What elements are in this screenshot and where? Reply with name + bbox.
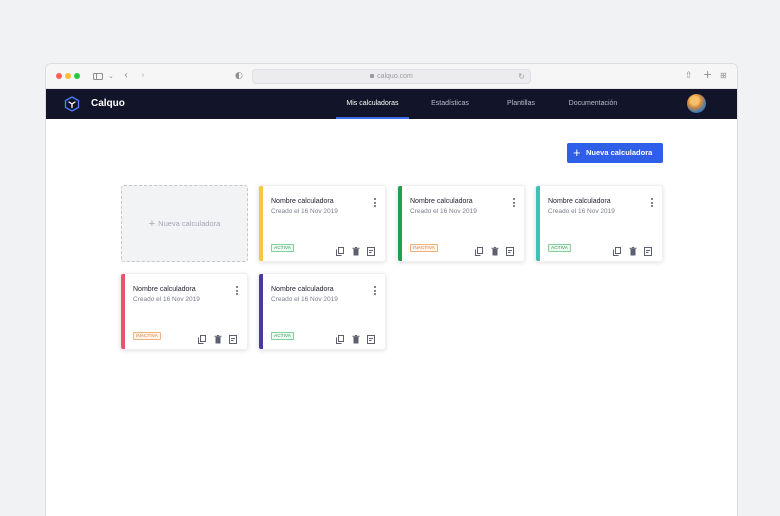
brand-name[interactable]: Calquo bbox=[91, 98, 125, 110]
calculator-card[interactable]: Nombre calculadora Creado el 16 Nov 2019 A… bbox=[258, 185, 386, 262]
back-icon[interactable]: ‹ bbox=[124, 69, 128, 83]
card-created-date: Creado el 16 Nov 2019 bbox=[133, 296, 200, 303]
new-calculator-button-label: Nueva calculadora bbox=[586, 148, 653, 157]
reload-icon[interactable]: ↻ bbox=[518, 71, 525, 83]
card-created-date: Creado el 16 Nov 2019 bbox=[271, 208, 338, 215]
status-badge: ACTIVA bbox=[548, 244, 571, 252]
status-badge: ACTIVA bbox=[271, 332, 294, 340]
address-bar[interactable]: calquo.com ↻ bbox=[252, 69, 531, 84]
url-text: calquo.com bbox=[377, 73, 413, 80]
more-options-icon[interactable] bbox=[236, 286, 238, 295]
tab-overview-icon[interactable]: ⊞ bbox=[720, 69, 727, 83]
privacy-shield-icon[interactable]: ◐ bbox=[235, 69, 243, 83]
calquo-logo-icon[interactable] bbox=[64, 96, 80, 112]
status-badge: INACTIVA bbox=[410, 244, 438, 252]
card-created-date: Creado el 16 Nov 2019 bbox=[271, 296, 338, 303]
card-created-date: Creado el 16 Nov 2019 bbox=[410, 208, 477, 215]
calculator-card[interactable]: Nombre calculadora Creado el 16 Nov 2019 I… bbox=[397, 185, 525, 262]
sidebar-toggle-icon[interactable] bbox=[93, 73, 103, 80]
card-color-bar bbox=[536, 186, 540, 261]
forward-icon[interactable]: › bbox=[141, 69, 145, 83]
more-options-icon[interactable] bbox=[513, 198, 515, 207]
document-icon[interactable] bbox=[229, 331, 237, 344]
new-tab-icon[interactable]: + bbox=[703, 68, 712, 82]
chevron-down-icon[interactable]: ⌄ bbox=[108, 69, 114, 83]
browser-window: ⌄ ‹ › ◐ calquo.com ↻ ⇧ + ⊞ Calquo Mis ca… bbox=[45, 63, 738, 516]
trash-icon[interactable] bbox=[352, 243, 360, 256]
lock-icon bbox=[370, 74, 375, 78]
card-title[interactable]: Nombre calculadora bbox=[133, 285, 196, 294]
more-options-icon[interactable] bbox=[374, 286, 376, 295]
duplicate-icon[interactable] bbox=[613, 243, 621, 256]
plus-icon: + bbox=[148, 218, 156, 230]
status-badge: INACTIVA bbox=[133, 332, 161, 340]
trash-icon[interactable] bbox=[214, 331, 222, 344]
calculator-card[interactable]: Nombre calculadora Creado el 16 Nov 2019 A… bbox=[535, 185, 663, 262]
trash-icon[interactable] bbox=[629, 243, 637, 256]
browser-toolbar: ⌄ ‹ › ◐ calquo.com ↻ ⇧ + ⊞ bbox=[46, 64, 737, 89]
card-title[interactable]: Nombre calculadora bbox=[410, 197, 473, 206]
calculator-card[interactable]: Nombre calculadora Creado el 16 Nov 2019 A… bbox=[258, 273, 386, 350]
document-icon[interactable] bbox=[367, 331, 375, 344]
card-color-bar bbox=[398, 186, 402, 261]
document-icon[interactable] bbox=[506, 243, 514, 256]
duplicate-icon[interactable] bbox=[475, 243, 483, 256]
new-calculator-button[interactable]: + Nueva calculadora bbox=[567, 143, 663, 163]
nav-documentacion[interactable]: Documentación bbox=[563, 89, 623, 119]
document-icon[interactable] bbox=[644, 243, 652, 256]
more-options-icon[interactable] bbox=[651, 198, 653, 207]
nav-mis-calculadoras[interactable]: Mis calculadoras bbox=[336, 89, 409, 119]
card-title[interactable]: Nombre calculadora bbox=[271, 197, 334, 206]
nav-estadisticas[interactable]: Estadísticas bbox=[424, 89, 476, 119]
close-window-button[interactable] bbox=[56, 73, 62, 79]
maximize-window-button[interactable] bbox=[74, 73, 80, 79]
new-calculator-card-label: Nueva calculadora bbox=[158, 219, 221, 228]
app-navbar: Calquo Mis calculadoras Estadísticas Pla… bbox=[46, 89, 737, 119]
card-color-bar bbox=[259, 186, 263, 261]
nav-plantillas[interactable]: Plantillas bbox=[501, 89, 541, 119]
duplicate-icon[interactable] bbox=[336, 331, 344, 344]
plus-icon: + bbox=[573, 145, 581, 160]
card-created-date: Creado el 16 Nov 2019 bbox=[548, 208, 615, 215]
share-icon[interactable]: ⇧ bbox=[685, 69, 693, 83]
trash-icon[interactable] bbox=[352, 331, 360, 344]
user-avatar[interactable] bbox=[687, 94, 706, 113]
duplicate-icon[interactable] bbox=[336, 243, 344, 256]
card-title[interactable]: Nombre calculadora bbox=[548, 197, 611, 206]
status-badge: ACTIVA bbox=[271, 244, 294, 252]
more-options-icon[interactable] bbox=[374, 198, 376, 207]
calculator-card[interactable]: Nombre calculadora Creado el 16 Nov 2019 I… bbox=[120, 273, 248, 350]
card-color-bar bbox=[259, 274, 263, 349]
new-calculator-card[interactable]: + Nueva calculadora bbox=[121, 185, 248, 262]
duplicate-icon[interactable] bbox=[198, 331, 206, 344]
card-color-bar bbox=[121, 274, 125, 349]
minimize-window-button[interactable] bbox=[65, 73, 71, 79]
trash-icon[interactable] bbox=[491, 243, 499, 256]
document-icon[interactable] bbox=[367, 243, 375, 256]
card-title[interactable]: Nombre calculadora bbox=[271, 285, 334, 294]
